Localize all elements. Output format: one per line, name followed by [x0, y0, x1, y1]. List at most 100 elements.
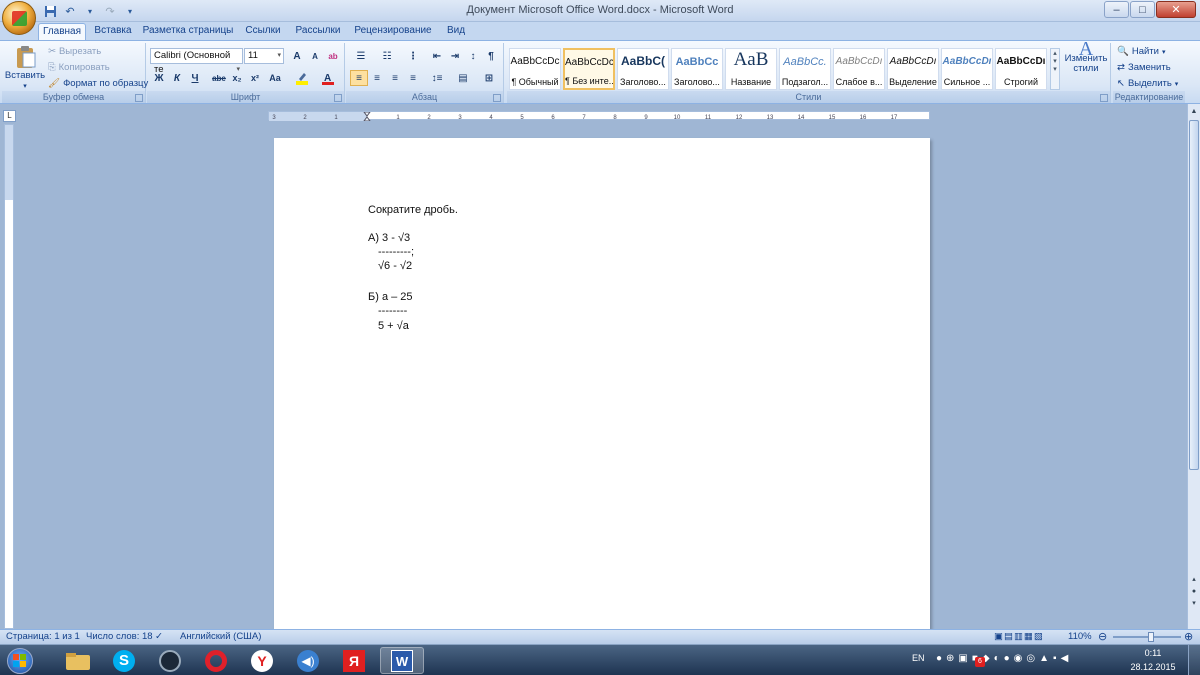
shrink-font-button[interactable]: A — [306, 48, 324, 64]
font-color-button[interactable]: A — [317, 70, 339, 86]
spelling-check-icon[interactable]: ✓ — [155, 631, 163, 642]
shading-icon[interactable]: ▤ — [452, 70, 474, 86]
tray-icons[interactable]: ●⊕▣■◆◐●◉◎▲▪◀ — [936, 653, 1072, 664]
office-button[interactable] — [2, 1, 36, 35]
tab-insert[interactable]: Вставка — [90, 23, 136, 40]
word-taskbar-icon[interactable]: W — [380, 647, 424, 674]
doc-line-b-fraction-bar[interactable]: -------- — [378, 305, 407, 317]
clock-time[interactable]: 0:11 — [1135, 648, 1171, 658]
start-button[interactable] — [2, 647, 38, 674]
tab-mailings[interactable]: Рассылки — [292, 23, 344, 40]
highlight-button[interactable] — [291, 70, 313, 86]
decrease-indent-icon[interactable]: ⇤ — [428, 48, 446, 64]
increase-indent-icon[interactable]: ⇥ — [446, 48, 464, 64]
doc-line-a-numerator[interactable]: А) 3 - √3 — [368, 232, 410, 244]
font-dialog-launcher[interactable] — [334, 94, 342, 102]
word-count[interactable]: Число слов: 18 — [86, 631, 153, 642]
multilevel-list-icon[interactable]: ⋮ — [402, 48, 424, 64]
style-tile-no-spacing[interactable]: AaBbCcDc ¶ Без инте... — [563, 48, 615, 90]
grow-font-button[interactable]: A — [288, 48, 306, 64]
doc-line-b-numerator[interactable]: Б) а – 25 — [368, 291, 413, 303]
document-page[interactable]: Сократите дробь. А) 3 - √3 ---------; √6… — [274, 138, 930, 629]
page-count[interactable]: Страница: 1 из 1 — [6, 631, 80, 642]
numbering-icon[interactable]: ☷ — [376, 48, 398, 64]
paste-button[interactable]: Вставить ▾ — [5, 45, 45, 90]
change-styles-button[interactable]: A Изменить стили — [1063, 39, 1109, 74]
justify-icon[interactable]: ≡ — [404, 70, 422, 86]
scroll-up-icon[interactable]: ▲ — [1189, 108, 1199, 118]
style-tile-intense-emphasis[interactable]: AaBbCcDı Сильное ... — [941, 48, 993, 90]
line-spacing-icon[interactable]: ↕≡ — [426, 70, 448, 86]
view-buttons[interactable]: ▣▤▥▦▧ — [994, 631, 1044, 642]
tab-page-layout[interactable]: Разметка страницы — [142, 23, 234, 40]
style-tile-subtle-emphasis[interactable]: AaBbCcDı Слабое в... — [833, 48, 885, 90]
minimize-button[interactable]: – — [1104, 1, 1129, 18]
tab-references[interactable]: Ссылки — [242, 23, 284, 40]
underline-button[interactable]: Ч — [186, 70, 204, 86]
language-tray[interactable]: EN — [912, 653, 925, 663]
doc-line-heading[interactable]: Сократите дробь. — [368, 204, 458, 216]
bold-button[interactable]: Ж — [150, 70, 168, 86]
clipboard-dialog-launcher[interactable] — [135, 94, 143, 102]
style-tile-normal[interactable]: AaBbCcDc ¶ Обычный — [509, 48, 561, 90]
browse-object-controls[interactable]: ▴ ● ▾ — [1189, 574, 1199, 610]
tab-selector[interactable]: L — [3, 110, 16, 122]
show-desktop-button[interactable] — [1188, 645, 1200, 675]
replace-button[interactable]: ⇄ Заменить — [1117, 62, 1171, 73]
media-player-icon[interactable]: ◀) — [286, 647, 330, 674]
align-left-icon[interactable]: ≡ — [350, 70, 368, 86]
styles-dialog-launcher[interactable] — [1100, 94, 1108, 102]
styles-gallery-scroll[interactable]: ▴ ▾ ▾ — [1050, 48, 1060, 90]
align-center-icon[interactable]: ≡ — [368, 70, 386, 86]
tab-home[interactable]: Главная — [38, 23, 86, 40]
font-size-select[interactable]: 11 ▾ — [244, 48, 284, 64]
change-case-button[interactable]: Aa — [266, 70, 284, 86]
opera-icon[interactable] — [194, 647, 238, 674]
doc-line-a-denominator[interactable]: √6 - √2 — [378, 260, 412, 272]
align-right-icon[interactable]: ≡ — [386, 70, 404, 86]
yandex-icon[interactable]: Я — [332, 647, 376, 674]
copy-button[interactable]: ⎘ Копировать — [48, 62, 110, 73]
superscript-button[interactable]: x² — [246, 70, 264, 86]
show-formatting-button[interactable]: ¶ — [482, 48, 500, 64]
subscript-button[interactable]: x₂ — [228, 70, 246, 86]
vertical-ruler[interactable] — [4, 124, 14, 629]
cut-button[interactable]: ✂ Вырезать — [48, 46, 101, 57]
borders-icon[interactable]: ⊞ — [478, 70, 500, 86]
doc-line-b-denominator[interactable]: 5 + √а — [378, 320, 409, 332]
yandex-browser-icon[interactable]: Y — [240, 647, 284, 674]
find-button[interactable]: 🔍 Найти ▾ — [1117, 46, 1165, 57]
explorer-icon[interactable] — [56, 647, 100, 674]
zoom-in-icon[interactable]: ⊕ — [1184, 630, 1193, 643]
bullets-icon[interactable]: ☰ — [350, 48, 372, 64]
steam-icon[interactable] — [148, 647, 192, 674]
style-tile-strong[interactable]: AaBbCcDı Строгий — [995, 48, 1047, 90]
italic-button[interactable]: К — [168, 70, 186, 86]
doc-line-a-fraction-bar[interactable]: ---------; — [378, 246, 414, 258]
tab-review[interactable]: Рецензирование — [352, 23, 434, 40]
strikethrough-button[interactable]: abe — [210, 70, 228, 86]
maximize-button[interactable]: □ — [1130, 1, 1155, 18]
zoom-level[interactable]: 110% — [1068, 631, 1092, 642]
close-button[interactable]: ✕ — [1156, 1, 1196, 18]
select-button[interactable]: ↖ Выделить ▾ — [1117, 78, 1178, 89]
sort-icon[interactable]: ↕ — [464, 48, 482, 64]
paragraph-dialog-launcher[interactable] — [493, 94, 501, 102]
style-tile-emphasis[interactable]: AaBbCcDı Выделение — [887, 48, 939, 90]
zoom-out-icon[interactable]: ⊖ — [1098, 630, 1107, 643]
horizontal-ruler[interactable]: 3 2 1 1 2 3 4 5 6 7 8 9 10 11 12 13 14 15 16 17 — [268, 111, 930, 122]
clear-formatting-button[interactable]: ab — [324, 48, 342, 64]
style-tile-subtitle[interactable]: AaBbCc. Подзагол... — [779, 48, 831, 90]
style-tile-heading1[interactable]: AaBbC(Заголово... — [617, 48, 669, 90]
style-tile-title[interactable]: AaB Название — [725, 48, 777, 90]
zoom-slider-thumb[interactable] — [1148, 632, 1154, 642]
vertical-scrollbar[interactable]: ▲ ▴ ● ▾ — [1187, 104, 1200, 629]
font-name-select[interactable]: Calibri (Основной те ▾ — [150, 48, 243, 75]
clock-date[interactable]: 28.12.2015 — [1127, 662, 1179, 672]
language-indicator[interactable]: Английский (США) — [180, 631, 261, 642]
tab-view[interactable]: Вид — [442, 23, 470, 40]
style-tile-heading2[interactable]: AaBbCc Заголово... — [671, 48, 723, 90]
scrollbar-thumb[interactable] — [1189, 120, 1199, 470]
format-painter-button[interactable]: 🖌 Формат по образцу — [48, 78, 148, 89]
skype-icon[interactable]: S — [102, 647, 146, 674]
